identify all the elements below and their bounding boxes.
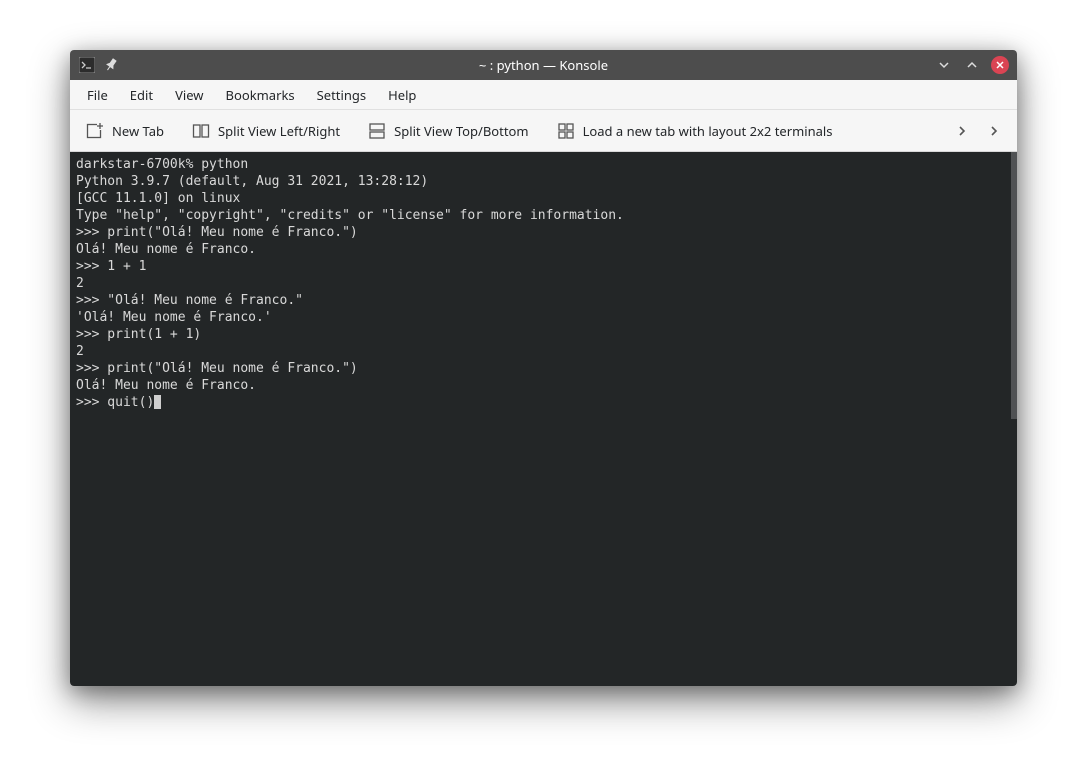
terminal-line: Type "help", "copyright", "credits" or "…: [76, 207, 1011, 224]
titlebar-left-icons: [78, 56, 120, 74]
menu-edit[interactable]: Edit: [119, 80, 164, 110]
titlebar[interactable]: ~ : python — Konsole: [70, 50, 1017, 80]
window-title: ~ : python — Konsole: [70, 56, 1017, 74]
menubar: File Edit View Bookmarks Settings Help: [70, 80, 1017, 110]
terminal-content: darkstar-6700k% pythonPython 3.9.7 (defa…: [76, 156, 1011, 411]
terminal-line: Olá! Meu nome é Franco.: [76, 377, 1011, 394]
pin-icon[interactable]: [102, 56, 120, 74]
split-tb-icon: [368, 122, 386, 140]
toolbar: New Tab Split View Left/Right Split View…: [70, 110, 1017, 152]
menu-bookmarks[interactable]: Bookmarks: [215, 80, 306, 110]
terminal-line: >>> print("Olá! Meu nome é Franco."): [76, 224, 1011, 241]
new-tab-button[interactable]: New Tab: [78, 116, 172, 146]
cursor: [154, 395, 161, 409]
split-top-bottom-button[interactable]: Split View Top/Bottom: [360, 116, 536, 146]
application-window: ~ : python — Konsole File Edit View Book…: [70, 50, 1017, 686]
split-left-right-button[interactable]: Split View Left/Right: [184, 116, 348, 146]
toolbar-overflow-controls: [953, 122, 1009, 140]
menu-file[interactable]: File: [76, 80, 119, 110]
terminal-line: >>> print("Olá! Meu nome é Franco."): [76, 360, 1011, 377]
terminal-line: [GCC 11.1.0] on linux: [76, 190, 1011, 207]
new-tab-label: New Tab: [112, 122, 164, 140]
split-lr-label: Split View Left/Right: [218, 122, 340, 140]
terminal-line: >>> "Olá! Meu nome é Franco.": [76, 292, 1011, 309]
terminal-line: Olá! Meu nome é Franco.: [76, 241, 1011, 258]
minimize-button[interactable]: [935, 56, 953, 74]
menu-settings[interactable]: Settings: [306, 80, 377, 110]
load-layout-button[interactable]: Load a new tab with layout 2x2 terminals: [549, 116, 841, 146]
terminal-line: Python 3.9.7 (default, Aug 31 2021, 13:2…: [76, 173, 1011, 190]
terminal-line: 2: [76, 275, 1011, 292]
terminal-pane[interactable]: darkstar-6700k% pythonPython 3.9.7 (defa…: [70, 152, 1017, 686]
new-tab-icon: [86, 122, 104, 140]
close-button[interactable]: [991, 56, 1009, 74]
menu-view[interactable]: View: [164, 80, 214, 110]
chevron-right-icon[interactable]: [985, 122, 1003, 140]
terminal-line: >>> 1 + 1: [76, 258, 1011, 275]
split-lr-icon: [192, 122, 210, 140]
chevron-right-icon[interactable]: [953, 122, 971, 140]
terminal-line: 'Olá! Meu nome é Franco.': [76, 309, 1011, 326]
terminal-line: 2: [76, 343, 1011, 360]
app-terminal-icon: [78, 56, 96, 74]
terminal-line: >>> print(1 + 1): [76, 326, 1011, 343]
terminal-line: darkstar-6700k% python: [76, 156, 1011, 173]
menu-help[interactable]: Help: [377, 80, 427, 110]
scrollbar-thumb[interactable]: [1011, 152, 1017, 419]
window-controls: [935, 56, 1009, 74]
terminal-line: >>> quit(): [76, 394, 1011, 411]
load-layout-label: Load a new tab with layout 2x2 terminals: [583, 122, 833, 140]
layout-2x2-icon: [557, 122, 575, 140]
split-tb-label: Split View Top/Bottom: [394, 122, 528, 140]
maximize-button[interactable]: [963, 56, 981, 74]
